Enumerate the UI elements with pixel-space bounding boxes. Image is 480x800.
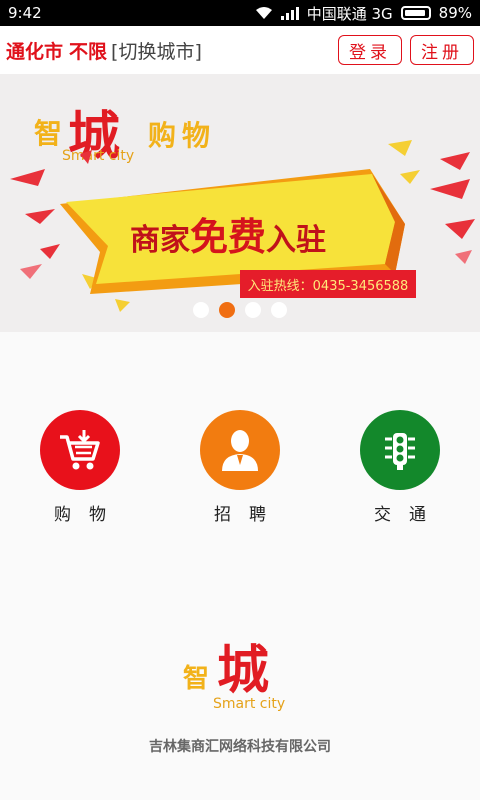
carousel-dot[interactable] — [271, 302, 287, 318]
traffic-light-icon[interactable] — [360, 410, 440, 490]
shopping-cart-icon[interactable] — [40, 410, 120, 490]
status-time: 9:42 — [8, 4, 42, 22]
city-name[interactable]: 通化市 — [6, 37, 63, 64]
menu-item-traffic[interactable]: 交通 — [320, 410, 480, 525]
person-icon[interactable] — [200, 410, 280, 490]
status-bar: 9:42 中国联通 3G 89% — [0, 0, 480, 26]
login-button[interactable]: 登录 — [338, 35, 402, 65]
menu-item-shopping[interactable]: 购物 — [0, 410, 160, 525]
company-name: 吉林集商汇网络科技有限公司 — [149, 739, 331, 755]
menu-label-recruit: 招聘 — [214, 505, 284, 525]
carousel-dot[interactable] — [245, 302, 261, 318]
register-button[interactable]: 注册 — [410, 35, 474, 65]
menu-item-recruit[interactable]: 招聘 — [160, 410, 320, 525]
menu-label-traffic: 交通 — [374, 505, 444, 525]
wifi-icon — [255, 7, 272, 19]
top-header: 通化市 不限 [切换城市] 登录 注册 — [0, 26, 480, 74]
menu-label-shopping: 购物 — [54, 505, 124, 525]
battery-label: 89% — [438, 4, 472, 22]
banner-headline: 商家免费入驻 — [130, 215, 327, 259]
carousel-indicator — [0, 302, 480, 318]
district-filter[interactable]: 不限 — [69, 37, 107, 64]
hotline-label: 入驻热线：0435-3456588 — [240, 270, 416, 298]
carousel-dot-active[interactable] — [219, 302, 235, 318]
carrier-label: 中国联通 3G — [306, 4, 393, 23]
promo-banner[interactable]: 智 城 购物 Smart city 商家免费入驻 入驻热线：0435-34565… — [0, 74, 480, 332]
battery-icon — [400, 6, 431, 20]
signal-icon — [280, 6, 299, 20]
switch-city-link[interactable]: [切换城市] — [111, 37, 202, 64]
footer-logo: 智 城 Smart city — [183, 640, 286, 712]
carousel-dot[interactable] — [193, 302, 209, 318]
category-menu: 购物 招聘 交通 — [0, 410, 480, 525]
